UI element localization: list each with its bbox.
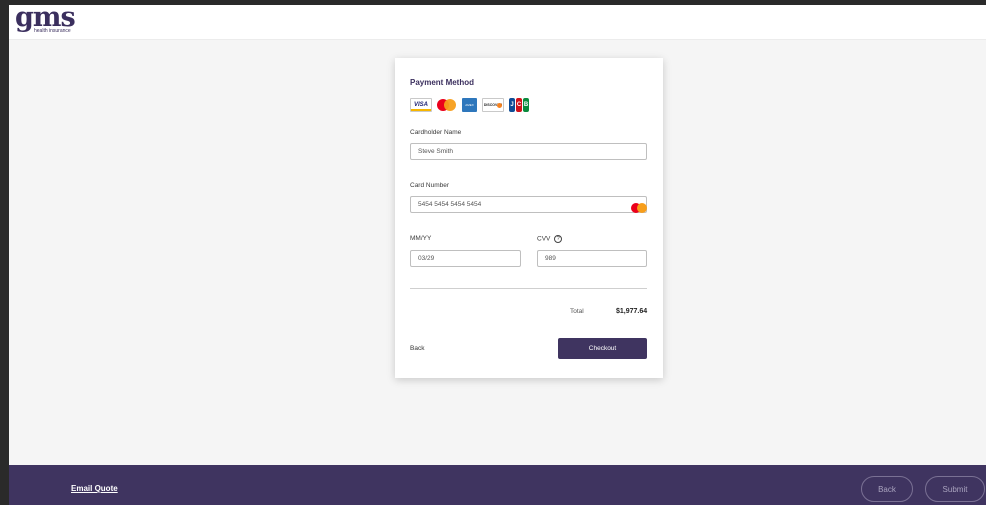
footer-submit-button[interactable]: Submit xyxy=(925,476,985,502)
expiry-input[interactable] xyxy=(410,250,521,267)
card-number-input[interactable] xyxy=(410,196,647,213)
expiry-label: MM/YY xyxy=(410,235,432,242)
payment-method-title: Payment Method xyxy=(410,78,475,87)
visa-icon: VISA xyxy=(410,98,432,112)
cardholder-name-input[interactable] xyxy=(410,143,647,160)
discover-icon: DISCOVER xyxy=(482,98,504,112)
divider xyxy=(410,288,647,289)
mastercard-icon xyxy=(437,98,457,112)
back-link[interactable]: Back xyxy=(410,345,424,352)
total-label: Total xyxy=(570,308,584,315)
footer-back-button[interactable]: Back xyxy=(861,476,913,502)
payment-card: Payment Method VISA AMEX DISCOVER J C B … xyxy=(395,58,663,378)
jcb-letter-c: C xyxy=(516,98,522,112)
email-quote-link[interactable]: Email Quote xyxy=(71,484,118,493)
cvv-label-wrap: CVV ? xyxy=(537,235,563,243)
accepted-cards: VISA AMEX DISCOVER J C B xyxy=(410,97,529,113)
help-icon[interactable]: ? xyxy=(554,235,563,243)
total-value: $1,977.64 xyxy=(616,308,648,315)
card-number-label: Card Number xyxy=(410,182,450,189)
gms-logo[interactable]: gms health insurance xyxy=(15,5,85,38)
cvv-label: CVV xyxy=(537,235,551,243)
checkout-button[interactable]: Checkout xyxy=(558,338,647,359)
jcb-letter-b: B xyxy=(523,98,529,112)
cvv-input[interactable] xyxy=(537,250,647,267)
footer-bar: Email Quote Back Submit xyxy=(9,465,986,505)
top-bar: gms health insurance xyxy=(9,5,986,40)
cardholder-name-label: Cardholder Name xyxy=(410,129,462,136)
amex-icon: AMEX xyxy=(462,98,477,112)
jcb-icon: J C B xyxy=(509,98,529,112)
app-frame: gms health insurance Payment Method VISA… xyxy=(9,5,986,505)
mastercard-icon xyxy=(631,203,647,213)
logo-tagline: health insurance xyxy=(34,28,71,34)
jcb-letter-j: J xyxy=(509,98,515,112)
